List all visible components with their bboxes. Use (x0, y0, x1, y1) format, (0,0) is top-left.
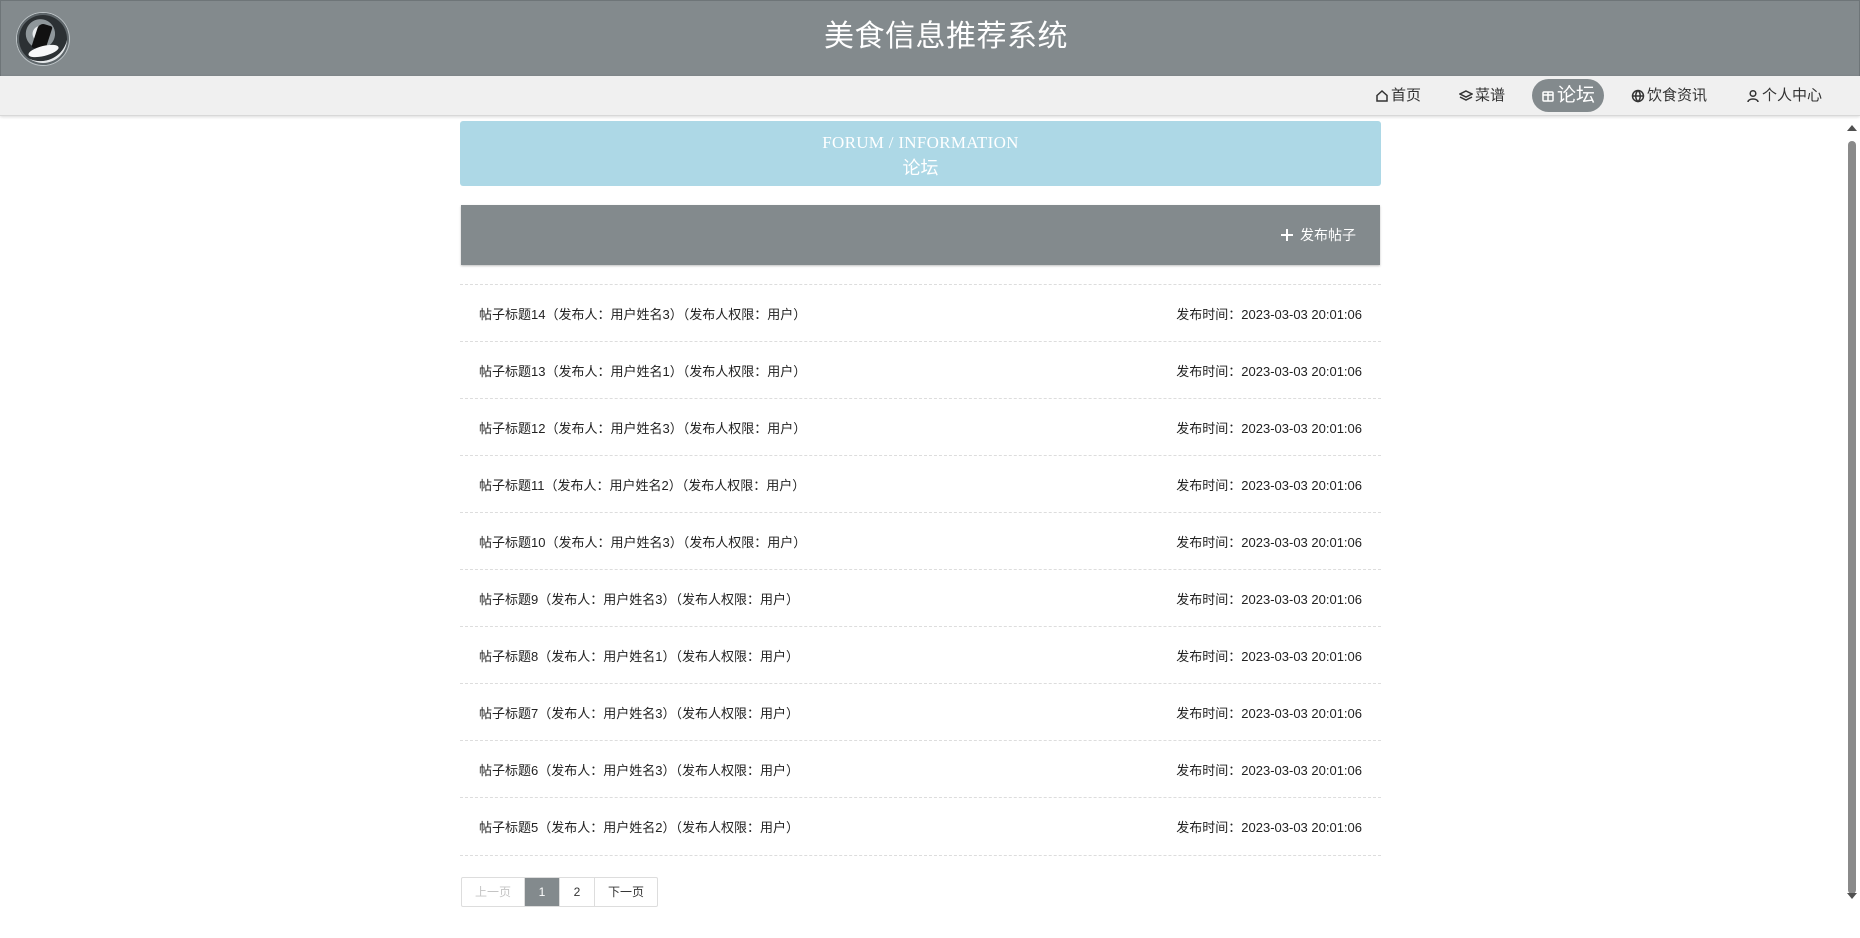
nav-label-food-news: 饮食资讯 (1647, 87, 1708, 104)
nav-label-home: 首页 (1391, 87, 1422, 104)
post-time: 发布时间：2023-03-03 20:01:06 (1176, 307, 1362, 322)
post-title[interactable]: 帖子标题10（发布人：用户姓名3）（发布人权限：用户） (479, 532, 806, 551)
post-row[interactable]: 帖子标题7（发布人：用户姓名3）（发布人权限：用户） 发布时间：2023-03-0… (460, 683, 1381, 740)
banner-title-cn: 论坛 (902, 158, 939, 178)
post-time: 发布时间：2023-03-03 20:01:06 (1176, 364, 1362, 379)
post-title[interactable]: 帖子标题7（发布人：用户姓名3）（发布人权限：用户） (479, 703, 799, 722)
nav-item-food-news[interactable]: 饮食资讯 (1631, 79, 1707, 112)
nav-label-profile: 个人中心 (1762, 87, 1823, 104)
post-title[interactable]: 帖子标题14（发布人：用户姓名3）（发布人权限：用户） (479, 304, 806, 323)
post-row[interactable]: 帖子标题10（发布人：用户姓名3）（发布人权限：用户） 发布时间：2023-03-… (460, 512, 1381, 569)
page-2-button[interactable]: 2 (560, 878, 595, 906)
forum-icon (1542, 90, 1554, 102)
app-header: 美食信息推荐系统 (0, 0, 1860, 76)
post-row[interactable]: 帖子标题8（发布人：用户姓名1）（发布人权限：用户） 发布时间：2023-03-0… (460, 626, 1381, 683)
scrollbar-thumb[interactable] (1848, 141, 1856, 894)
post-row[interactable]: 帖子标题14（发布人：用户姓名3）（发布人权限：用户） 发布时间：2023-03-… (460, 284, 1381, 341)
prev-page-button[interactable]: 上一页 (462, 878, 525, 906)
post-time: 发布时间：2023-03-03 20:01:06 (1176, 592, 1362, 607)
post-title[interactable]: 帖子标题11（发布人：用户姓名2）（发布人权限：用户） (479, 475, 805, 494)
user-icon (1747, 89, 1759, 102)
pagination: 上一页 1 2 下一页 (461, 877, 658, 907)
page-scrollbar[interactable] (1843, 120, 1860, 938)
post-row[interactable]: 帖子标题6（发布人：用户姓名3）（发布人权限：用户） 发布时间：2023-03-0… (460, 740, 1381, 797)
page-1-button[interactable]: 1 (525, 878, 560, 906)
forum-toolbar: 发布帖子 (461, 205, 1380, 265)
nav-item-profile[interactable]: 个人中心 (1746, 79, 1822, 112)
post-time: 发布时间：2023-03-03 20:01:06 (1176, 478, 1362, 493)
post-title[interactable]: 帖子标题6（发布人：用户姓名3）（发布人权限：用户） (479, 760, 799, 779)
post-title[interactable]: 帖子标题9（发布人：用户姓名3）（发布人权限：用户） (479, 589, 799, 608)
top-nav: 首页 菜谱 论坛 饮食资讯 个人中心 (0, 76, 1860, 116)
section-banner: FORUM / INFORMATION 论坛 (460, 121, 1381, 186)
post-row[interactable]: 帖子标题11（发布人：用户姓名2）（发布人权限：用户） 发布时间：2023-03-… (460, 455, 1381, 512)
layers-icon (1459, 89, 1473, 101)
nav-item-recipes[interactable]: 菜谱 (1459, 79, 1505, 112)
post-row[interactable]: 帖子标题5（发布人：用户姓名2）（发布人权限：用户） 发布时间：2023-03-0… (460, 797, 1381, 856)
post-time: 发布时间：2023-03-03 20:01:06 (1176, 706, 1362, 721)
post-time: 发布时间：2023-03-03 20:01:06 (1176, 763, 1362, 778)
globe-icon (1631, 89, 1645, 102)
post-title[interactable]: 帖子标题12（发布人：用户姓名3）（发布人权限：用户） (479, 418, 806, 437)
post-row[interactable]: 帖子标题13（发布人：用户姓名1）（发布人权限：用户） 发布时间：2023-03-… (460, 341, 1381, 398)
publish-post-button[interactable]: 发布帖子 (1280, 225, 1356, 245)
post-time: 发布时间：2023-03-03 20:01:06 (1176, 649, 1362, 664)
post-title[interactable]: 帖子标题13（发布人：用户姓名1）（发布人权限：用户） (479, 361, 806, 380)
scroll-down-arrow-icon[interactable] (1847, 893, 1857, 899)
banner-title-en: FORUM / INFORMATION (822, 133, 1019, 152)
post-row[interactable]: 帖子标题9（发布人：用户姓名3）（发布人权限：用户） 发布时间：2023-03-0… (460, 569, 1381, 626)
post-time: 发布时间：2023-03-03 20:01:06 (1176, 421, 1362, 436)
nav-item-home[interactable]: 首页 (1375, 79, 1421, 112)
nav-label-forum: 论坛 (1557, 85, 1596, 106)
post-title[interactable]: 帖子标题8（发布人：用户姓名1）（发布人权限：用户） (479, 646, 799, 665)
nav-label-recipes: 菜谱 (1475, 87, 1506, 104)
nav-item-forum[interactable]: 论坛 (1532, 79, 1605, 112)
post-list: 帖子标题14（发布人：用户姓名3）（发布人权限：用户） 发布时间：2023-03-… (460, 284, 1381, 856)
site-title: 美食信息推荐系统 (824, 20, 1068, 53)
post-time: 发布时间：2023-03-03 20:01:06 (1176, 820, 1362, 835)
publish-post-label: 发布帖子 (1300, 227, 1356, 243)
post-row[interactable]: 帖子标题12（发布人：用户姓名3）（发布人权限：用户） 发布时间：2023-03-… (460, 398, 1381, 455)
next-page-button[interactable]: 下一页 (595, 878, 657, 906)
post-time: 发布时间：2023-03-03 20:01:06 (1176, 535, 1362, 550)
post-title[interactable]: 帖子标题5（发布人：用户姓名2）（发布人权限：用户） (479, 817, 799, 836)
scroll-up-arrow-icon[interactable] (1847, 125, 1857, 131)
home-icon (1376, 89, 1388, 102)
plus-icon (1281, 229, 1293, 241)
